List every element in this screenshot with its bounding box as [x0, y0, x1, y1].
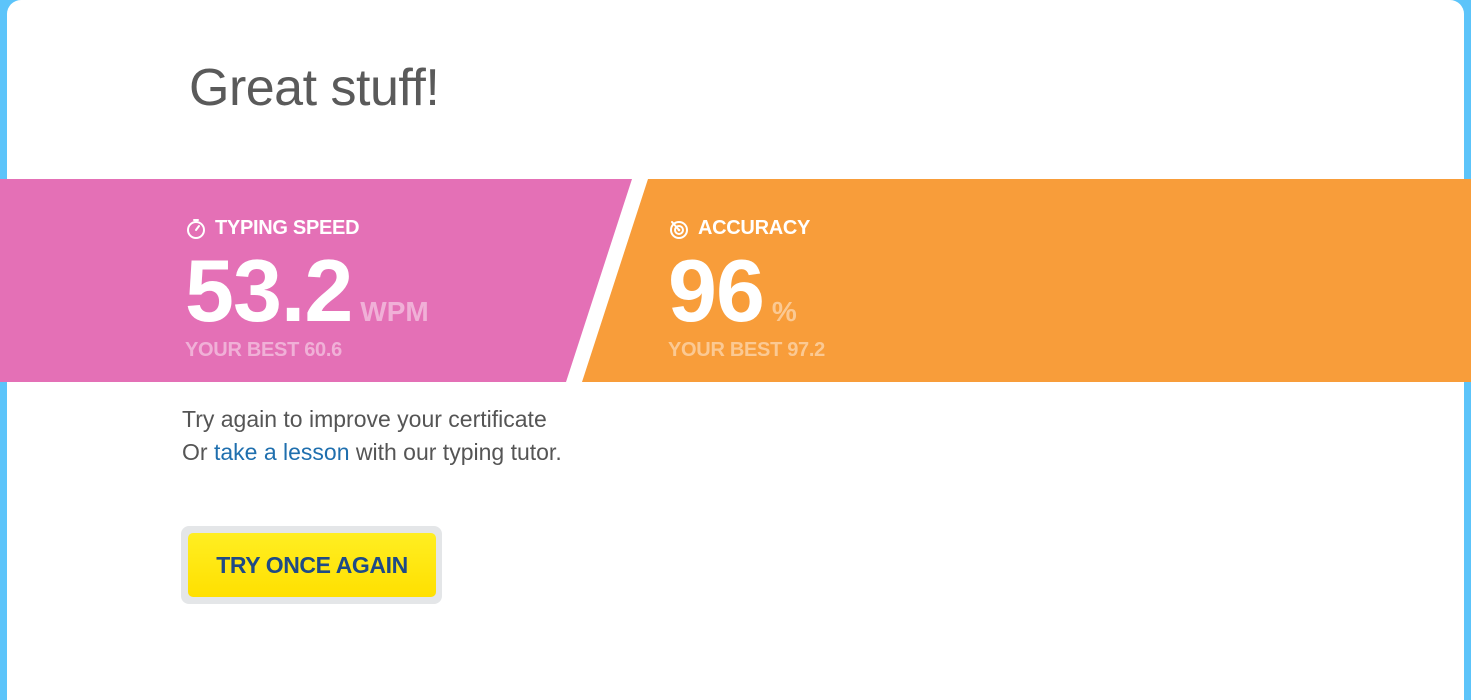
- typing-speed-value-row: 53.2 WPM: [185, 247, 429, 335]
- try-once-again-button[interactable]: TRY ONCE AGAIN: [188, 533, 436, 597]
- accuracy-value-row: 96 %: [668, 247, 797, 335]
- message-line-1: Try again to improve your certificate: [182, 406, 547, 432]
- typing-speed-unit: WPM: [360, 296, 429, 327]
- accuracy-best: YOUR BEST 97.2: [668, 339, 825, 361]
- stopwatch-icon: [185, 218, 207, 240]
- message-line-2-suffix: with our typing tutor.: [349, 439, 562, 465]
- message-line-2: Or take a lesson with our typing tutor.: [182, 436, 562, 469]
- typing-speed-label: TYPING SPEED: [215, 217, 360, 239]
- improvement-message: Try again to improve your certificate Or…: [182, 403, 562, 469]
- retry-button-frame: TRY ONCE AGAIN: [181, 526, 442, 604]
- accuracy-unit: %: [771, 296, 797, 327]
- typing-speed-value: 53.2: [185, 241, 353, 340]
- typing-speed-best: YOUR BEST 60.6: [185, 339, 342, 361]
- target-icon: [668, 218, 690, 240]
- stats-band: TYPING SPEED 53.2 WPM YOUR BEST 60.6 ACC…: [0, 179, 1471, 382]
- take-a-lesson-link[interactable]: take a lesson: [214, 439, 350, 465]
- accuracy-label-row: ACCURACY: [668, 217, 810, 240]
- accuracy-label: ACCURACY: [698, 217, 811, 239]
- page-title: Great stuff!: [189, 59, 440, 117]
- accuracy-value: 96: [668, 241, 765, 340]
- message-line-2-prefix: Or: [182, 439, 214, 465]
- typing-speed-label-row: TYPING SPEED: [185, 217, 360, 240]
